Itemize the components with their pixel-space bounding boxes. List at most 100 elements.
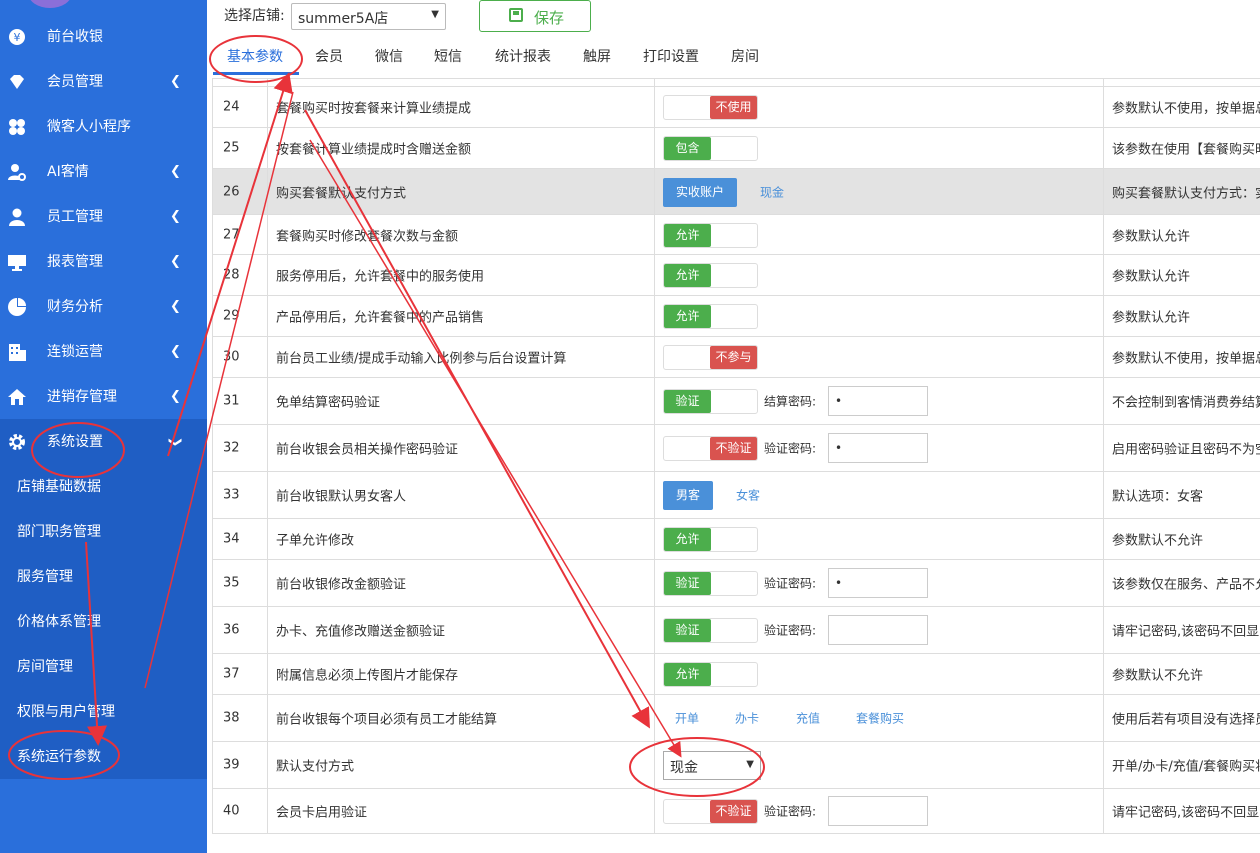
sidebar-item-label: 员工管理 [47, 209, 103, 225]
user-icon [7, 207, 27, 227]
param-control-cell: 允许 [654, 255, 1104, 295]
param-name-cell: 附属信息必须上传图片才能保存 [267, 654, 655, 694]
svg-text:¥: ¥ [14, 31, 21, 44]
password-input[interactable]: • [828, 433, 928, 463]
toggle-switch[interactable]: 包含 [663, 136, 758, 161]
row-number-cell: 39 [212, 742, 268, 788]
payment-select[interactable]: 现金 ▼ [663, 751, 761, 780]
password-input[interactable]: • [828, 568, 928, 598]
save-button[interactable]: 保存 [479, 0, 591, 32]
avatar[interactable] [28, 0, 72, 8]
tab-room[interactable]: 房间 [731, 47, 759, 67]
toggle-switch[interactable]: 不使用 [663, 95, 758, 120]
sidebar-item-finance[interactable]: 财务分析 ❮ [0, 284, 207, 329]
param-desc-cell: 该参数仅在服务、产品不允许 [1103, 560, 1260, 606]
table-row: 28 服务停用后，允许套餐中的服务使用 允许 参数默认允许 [212, 255, 1260, 296]
tab-reports[interactable]: 统计报表 [495, 47, 551, 67]
toggle-switch[interactable]: 验证 [663, 571, 758, 596]
param-name: 免单结算密码验证 [276, 395, 381, 411]
sidebar-item-miniprogram[interactable]: 微客人小程序 [0, 104, 207, 149]
param-name: 套餐购买时修改套餐次数与金额 [276, 229, 459, 244]
submenu-item-service[interactable]: 服务管理 [17, 567, 73, 587]
submenu-item-store-data[interactable]: 店铺基础数据 [17, 477, 101, 497]
sidebar-item-ai[interactable]: AI客情 ❮ [0, 149, 207, 194]
option-selected[interactable]: 男客 [663, 481, 714, 510]
row-number-cell: 25 [212, 128, 268, 168]
param-desc-cell: 参数默认允许 [1103, 255, 1260, 295]
monitor-icon [7, 252, 27, 272]
sidebar-item-members[interactable]: 会员管理 ❮ [0, 59, 207, 104]
param-name-cell: 购买套餐默认支付方式 [267, 169, 655, 214]
table-row: 25 按套餐计算业绩提成时含赠送金额 包含 该参数在使用【套餐购买时按 [212, 128, 1260, 169]
toggle-switch[interactable]: 允许 [663, 527, 758, 552]
tab-touchscreen[interactable]: 触屏 [583, 47, 611, 67]
param-desc-cell: 购买套餐默认支付方式：实收 [1103, 169, 1260, 214]
password-input[interactable] [828, 796, 928, 826]
sidebar: ¥ 前台收银 会员管理 ❮ 微客人小程序 AI客情 ❮ 员工管理 ❮ 报表管理 … [0, 0, 207, 853]
toggle-switch[interactable]: 允许 [663, 304, 758, 329]
tab-sms[interactable]: 短信 [434, 47, 462, 67]
toggle-switch[interactable]: 不验证 [663, 436, 758, 461]
chevron-left-icon: ❮ [170, 299, 181, 314]
param-description: 该参数在使用【套餐购买时按 [1112, 142, 1260, 158]
sidebar-item-inventory[interactable]: 进销存管理 ❮ [0, 374, 207, 419]
option-link[interactable]: 套餐购买 [856, 710, 904, 727]
sidebar-item-settings[interactable]: 系统设置 ❮ [0, 419, 207, 464]
tab-basic[interactable]: 基本参数 [227, 47, 283, 67]
option-link[interactable]: 充值 [796, 710, 820, 727]
sidebar-item-label: AI客情 [47, 164, 89, 180]
row-number: 32 [223, 440, 240, 456]
tab-member[interactable]: 会员 [315, 47, 343, 67]
password-input[interactable]: • [828, 386, 928, 416]
row-number-cell: 32 [212, 425, 268, 471]
sidebar-item-staff[interactable]: 员工管理 ❮ [0, 194, 207, 239]
toggle-switch[interactable]: 不参与 [663, 345, 758, 370]
row-number: 35 [223, 575, 240, 591]
param-name: 前台员工业绩/提成手动输入比例参与后台设置计算 [276, 351, 567, 367]
option-link[interactable]: 现金 [760, 183, 784, 200]
option-link[interactable]: 办卡 [735, 710, 759, 727]
sidebar-item-reports[interactable]: 报表管理 ❮ [0, 239, 207, 284]
param-description: 参数默认不使用，按单据总实 [1112, 351, 1260, 367]
param-desc-cell: 请牢记密码,该密码不回显 [1103, 607, 1260, 653]
home-icon [7, 387, 27, 407]
chevron-left-icon: ❮ [170, 164, 181, 179]
submenu-item-price[interactable]: 价格体系管理 [17, 612, 101, 632]
row-number: 25 [223, 140, 240, 156]
toggle-off-label: 不使用 [710, 96, 757, 119]
sidebar-item-chain[interactable]: 连锁运营 ❮ [0, 329, 207, 374]
submenu-item-room[interactable]: 房间管理 [17, 657, 73, 677]
store-select[interactable]: summer5A店 ▼ [291, 3, 446, 30]
password-label: 验证密码: [764, 576, 817, 591]
caret-down-icon: ▼ [431, 9, 439, 20]
toggle-switch[interactable]: 验证 [663, 389, 758, 414]
table-row: 29 产品停用后，允许套餐中的产品销售 允许 参数默认允许 [212, 296, 1260, 337]
param-control-cell: 验证 验证密码: • [654, 560, 1104, 606]
option-selected[interactable]: 实收账户 [663, 177, 738, 207]
password-input[interactable] [828, 615, 928, 645]
tab-print[interactable]: 打印设置 [643, 47, 699, 67]
option-link[interactable]: 女客 [736, 487, 760, 504]
sidebar-item-label: 进销存管理 [47, 389, 117, 405]
toggle-switch[interactable]: 允许 [663, 222, 758, 248]
param-desc-cell: 参数默认允许 [1103, 215, 1260, 254]
sidebar-item-cashier[interactable]: ¥ 前台收银 [0, 14, 207, 59]
submenu-item-runtime-params[interactable]: 系统运行参数 [17, 747, 101, 767]
param-name: 产品停用后，允许套餐中的产品销售 [276, 310, 485, 326]
toggle-switch[interactable]: 不验证 [663, 799, 758, 824]
option-link[interactable]: 开单 [675, 710, 699, 727]
submenu-item-permissions[interactable]: 权限与用户管理 [17, 702, 115, 722]
table-row: 34 子单允许修改 允许 参数默认不允许 [212, 519, 1260, 560]
param-desc-cell: 默认选项：女客 [1103, 472, 1260, 518]
submenu-item-department[interactable]: 部门职务管理 [17, 522, 101, 542]
toggle-switch[interactable]: 允许 [663, 263, 758, 288]
param-desc-cell: 启用密码验证且密码不为空时 [1103, 425, 1260, 471]
param-name: 套餐购买时按套餐来计算业绩提成 [276, 101, 472, 117]
toggle-on-label: 验证 [664, 619, 711, 642]
save-icon [509, 8, 523, 22]
toggle-switch[interactable]: 允许 [663, 662, 758, 687]
tab-wechat[interactable]: 微信 [375, 47, 403, 67]
param-name-cell: 套餐购买时按套餐来计算业绩提成 [267, 87, 655, 127]
param-description: 购买套餐默认支付方式：实收 [1112, 186, 1260, 201]
toggle-switch[interactable]: 验证 [663, 618, 758, 643]
